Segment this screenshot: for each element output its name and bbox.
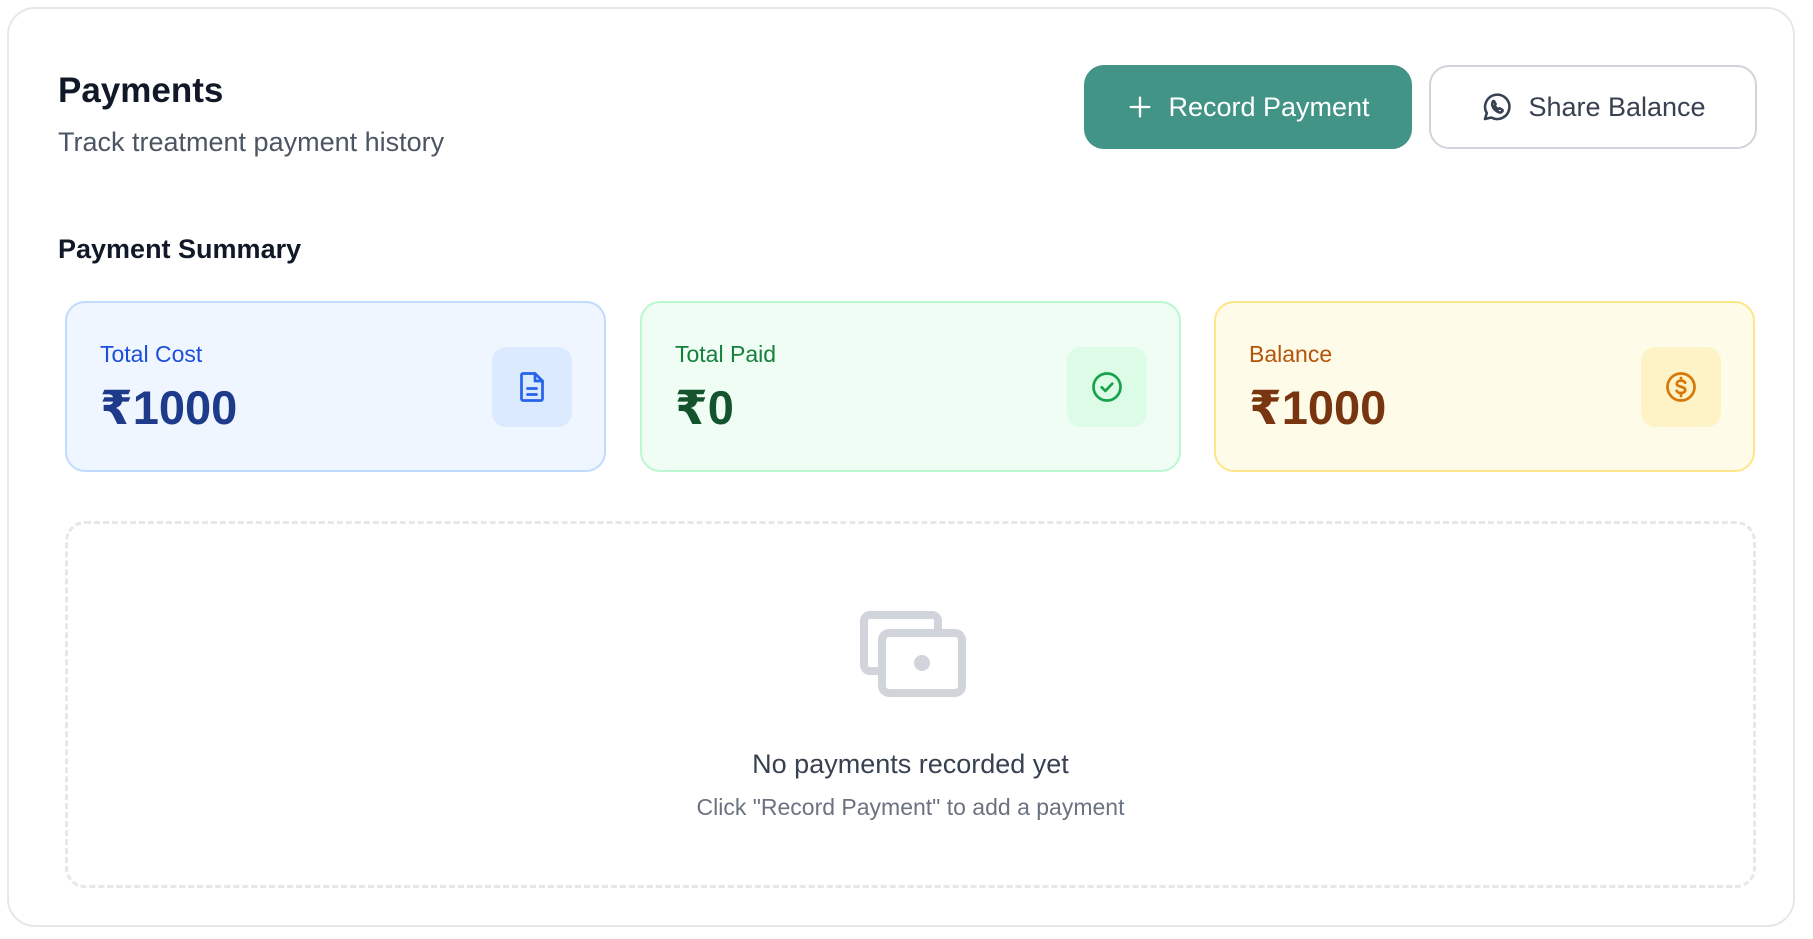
total-paid-card: Total Paid ₹0 xyxy=(640,301,1181,472)
plus-icon xyxy=(1126,93,1154,121)
balance-label: Balance xyxy=(1249,341,1333,367)
whatsapp-icon xyxy=(1480,90,1514,124)
share-balance-label: Share Balance xyxy=(1528,91,1706,122)
total-cost-value: ₹1000 xyxy=(100,381,238,434)
total-cost-label: Total Cost xyxy=(100,341,203,367)
share-balance-button[interactable]: Share Balance xyxy=(1429,65,1757,149)
check-circle-icon xyxy=(1067,347,1147,427)
payments-panel: Payments Track treatment payment history… xyxy=(7,7,1795,927)
dollar-circle-icon xyxy=(1641,347,1721,427)
empty-state: No payments recorded yet Click "Record P… xyxy=(65,521,1756,888)
payment-summary-title: Payment Summary xyxy=(58,234,302,264)
money-icon xyxy=(858,609,968,699)
balance-value: ₹1000 xyxy=(1249,381,1387,434)
record-payment-button[interactable]: Record Payment xyxy=(1084,65,1412,149)
document-icon xyxy=(492,347,572,427)
total-paid-label: Total Paid xyxy=(675,341,777,367)
balance-card: Balance ₹1000 xyxy=(1214,301,1755,472)
empty-state-subtitle: Click "Record Payment" to add a payment xyxy=(696,794,1125,820)
total-paid-value: ₹0 xyxy=(675,381,734,434)
empty-state-title: No payments recorded yet xyxy=(752,749,1069,779)
page-title: Payments xyxy=(58,71,224,110)
page-subtitle: Track treatment payment history xyxy=(58,127,445,157)
total-cost-card: Total Cost ₹1000 xyxy=(65,301,606,472)
record-payment-label: Record Payment xyxy=(1168,91,1370,122)
